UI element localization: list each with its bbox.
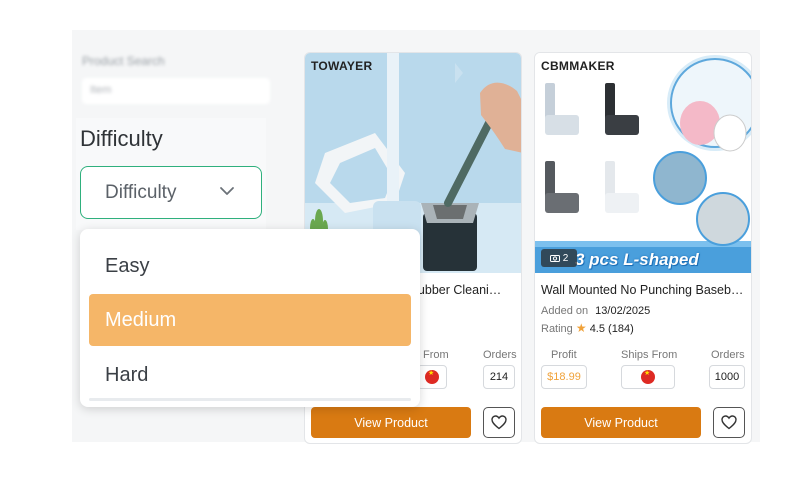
orders-value: 214 — [483, 365, 515, 389]
orders-header: Orders — [483, 349, 517, 361]
view-product-button[interactable]: View Product — [311, 407, 471, 438]
heart-icon — [721, 415, 737, 430]
difficulty-option-easy[interactable]: Easy — [89, 240, 411, 292]
added-on: Added on 13/02/2025 — [541, 305, 650, 317]
difficulty-select-value: Difficulty — [105, 181, 177, 203]
profit-value: $18.99 — [541, 365, 587, 389]
chevron-down-icon — [220, 187, 234, 195]
image-count-badge: 2 — [541, 249, 577, 267]
product-search-label: Product Search — [82, 54, 165, 68]
orders-header: Orders — [711, 349, 745, 361]
ships-from-header: From — [423, 349, 449, 361]
product-card: CBMMAKER 3 pcs L-shaped 2 Wall Mounted N… — [534, 52, 752, 444]
profit-header: Profit — [551, 349, 577, 361]
difficulty-option-hard[interactable]: Hard — [89, 349, 411, 401]
ships-from-value — [417, 365, 447, 389]
brand-logo: CBMMAKER — [541, 59, 615, 73]
added-on-value: 13/02/2025 — [595, 305, 651, 317]
difficulty-option-medium[interactable]: Medium — [89, 294, 411, 346]
product-title: Wall Mounted No Punching Baseb… — [541, 283, 744, 297]
orders-value: 1000 — [709, 365, 745, 389]
image-banner-text: 3 pcs L-shaped — [575, 250, 699, 269]
page: Product Search Item Difficulty Difficult… — [0, 0, 800, 480]
product-image[interactable]: CBMMAKER 3 pcs L-shaped 2 — [535, 53, 751, 273]
star-icon: ★ — [575, 321, 587, 335]
china-flag-icon — [641, 369, 655, 384]
added-on-label: Added on — [541, 305, 589, 317]
view-product-button[interactable]: View Product — [541, 407, 701, 438]
difficulty-title: Difficulty — [80, 126, 163, 151]
rating-value: 4.5 — [589, 323, 605, 335]
image-count: 2 — [562, 252, 569, 264]
rating: Rating ★ 4.5 (184) — [541, 321, 634, 335]
rating-label: Rating — [541, 323, 573, 335]
favorite-button[interactable] — [483, 407, 515, 438]
ships-from-value — [621, 365, 675, 389]
camera-icon — [549, 255, 560, 262]
difficulty-dropdown-menu: Easy Medium Hard — [80, 229, 420, 407]
favorite-button[interactable] — [713, 407, 745, 438]
ships-from-header: Ships From — [621, 349, 678, 361]
rating-count: (184) — [608, 323, 634, 335]
product-search-input[interactable]: Item — [82, 78, 270, 104]
china-flag-icon — [425, 369, 439, 384]
heart-icon — [491, 415, 507, 430]
brand-logo: TOWAYER — [311, 59, 373, 73]
difficulty-select[interactable]: Difficulty — [80, 166, 262, 219]
